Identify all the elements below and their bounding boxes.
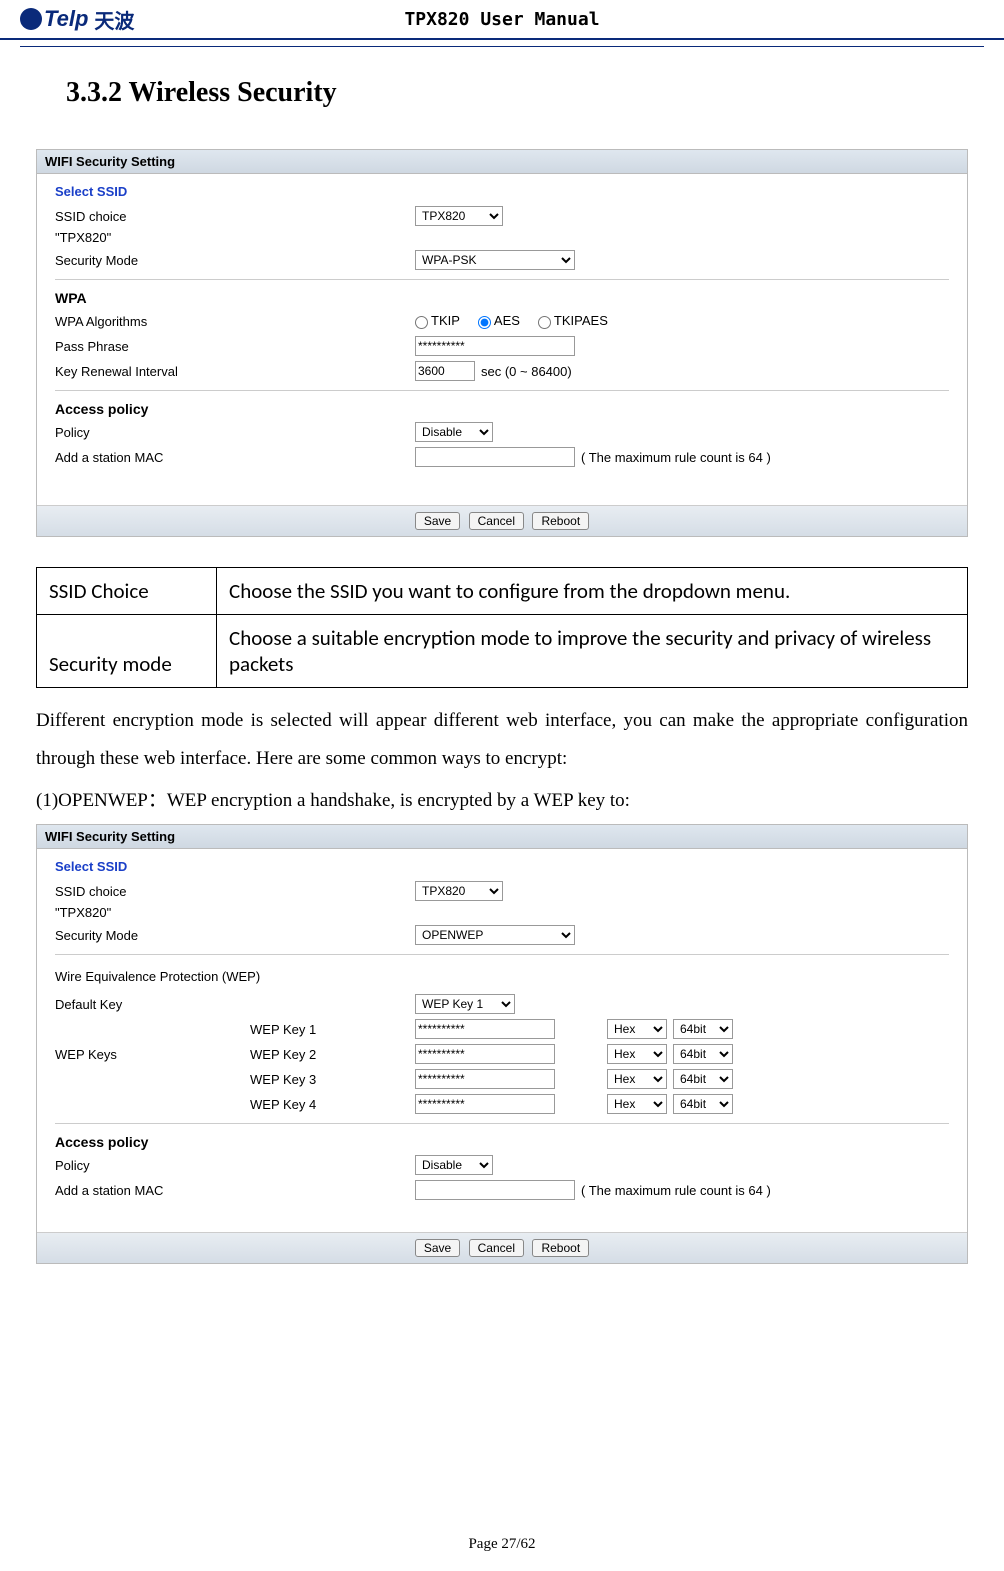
def-key-ssid: SSID Choice: [37, 568, 217, 615]
algo-tkipaes-radio[interactable]: [538, 316, 551, 329]
wep-key-input[interactable]: [415, 1069, 555, 1089]
default-key-select[interactable]: WEP Key 1: [415, 994, 515, 1014]
policy-label: Policy: [55, 1158, 415, 1173]
wep-enc-select[interactable]: Hex: [607, 1094, 667, 1114]
security-mode-select[interactable]: OPENWEP: [415, 925, 575, 945]
logo-icon: [20, 8, 42, 30]
wep-key-row: WEP Key 3 Hex 64bit: [55, 1068, 949, 1090]
wep-key-index-label: WEP Key 4: [250, 1097, 415, 1112]
save-button[interactable]: Save: [415, 512, 460, 530]
wep-key-input[interactable]: [415, 1094, 555, 1114]
access-policy-heading: Access policy: [55, 401, 949, 417]
security-mode-select[interactable]: WPA-PSK: [415, 250, 575, 270]
screenshot-openwep: WIFI Security Setting Select SSID SSID c…: [36, 824, 968, 1264]
def-val-mode: Choose a suitable encryption mode to imp…: [217, 615, 968, 688]
wep-bits-select[interactable]: 64bit: [673, 1094, 733, 1114]
algo-tkipaes-option[interactable]: TKIPAES: [538, 313, 608, 328]
def-val-ssid: Choose the SSID you want to configure fr…: [217, 568, 968, 615]
brand-logo: Telp 天波: [20, 5, 134, 34]
algo-aes-radio[interactable]: [478, 316, 491, 329]
policy-label: Policy: [55, 425, 415, 440]
ssid-select[interactable]: TPX820: [415, 206, 503, 226]
wep-bits-select[interactable]: 64bit: [673, 1069, 733, 1089]
fieldset-legend: Select SSID: [55, 184, 949, 199]
add-mac-input[interactable]: [415, 1180, 575, 1200]
wep-section-label: Wire Equivalence Protection (WEP): [55, 969, 260, 984]
section-heading: 3.3.2 Wireless Security: [66, 77, 968, 109]
wep-enc-select[interactable]: Hex: [607, 1069, 667, 1089]
key-renewal-input[interactable]: [415, 361, 475, 381]
shot-buttons: Save Cancel Reboot: [37, 505, 967, 536]
ssid-choice-label: SSID choice: [55, 884, 415, 899]
cancel-button[interactable]: Cancel: [469, 512, 524, 530]
security-mode-label: Security Mode: [55, 253, 415, 268]
screenshot-wpa: WIFI Security Setting Select SSID SSID c…: [36, 149, 968, 537]
wep-key-index-label: WEP Key 3: [250, 1072, 415, 1087]
logo-cn: 天波: [94, 5, 134, 34]
add-mac-input[interactable]: [415, 447, 575, 467]
wep-key-index-label: WEP Key 2: [250, 1047, 415, 1062]
wep-enc-select[interactable]: Hex: [607, 1044, 667, 1064]
definition-table: SSID Choice Choose the SSID you want to …: [36, 567, 968, 688]
wep-key-row: WEP Key 1 Hex 64bit: [55, 1018, 949, 1040]
shot-buttons: Save Cancel Reboot: [37, 1232, 967, 1263]
page-footer: Page 27/62: [0, 1536, 1004, 1553]
wpa-algo-label: WPA Algorithms: [55, 314, 415, 329]
logo-text: Telp: [44, 6, 88, 32]
shot-title: WIFI Security Setting: [37, 150, 967, 174]
wep-bits-select[interactable]: 64bit: [673, 1044, 733, 1064]
algo-tkip-option[interactable]: TKIP: [415, 313, 460, 328]
wep-key-row: WEP Key 4 Hex 64bit: [55, 1093, 949, 1115]
wep-key-input[interactable]: [415, 1019, 555, 1039]
security-mode-label: Security Mode: [55, 928, 415, 943]
wep-enc-select[interactable]: Hex: [607, 1019, 667, 1039]
add-mac-note: ( The maximum rule count is 64 ): [581, 1183, 771, 1198]
manual-title: TPX820 User Manual: [404, 9, 599, 30]
reboot-button[interactable]: Reboot: [532, 512, 589, 530]
reboot-button[interactable]: Reboot: [532, 1239, 589, 1257]
table-row: SSID Choice Choose the SSID you want to …: [37, 568, 968, 615]
algo-aes-option[interactable]: AES: [478, 313, 520, 328]
ssid-choice-label: SSID choice: [55, 209, 415, 224]
algo-tkip-radio[interactable]: [415, 316, 428, 329]
key-renewal-label: Key Renewal Interval: [55, 364, 415, 379]
fieldset-legend: Select SSID: [55, 859, 949, 874]
wpa-algo-group: TKIP AES TKIPAES: [415, 313, 620, 328]
wep-key-input[interactable]: [415, 1044, 555, 1064]
access-policy-heading: Access policy: [55, 1134, 949, 1150]
pass-phrase-label: Pass Phrase: [55, 339, 415, 354]
key-renewal-units: sec (0 ~ 86400): [481, 364, 572, 379]
table-row: Security mode Choose a suitable encrypti…: [37, 615, 968, 688]
ssid-quoted: "TPX820": [55, 905, 949, 920]
ssid-select[interactable]: TPX820: [415, 881, 503, 901]
wpa-heading: WPA: [55, 290, 949, 306]
pass-phrase-input[interactable]: [415, 336, 575, 356]
add-mac-note: ( The maximum rule count is 64 ): [581, 450, 771, 465]
add-mac-label: Add a station MAC: [55, 1183, 415, 1198]
page-header: Telp 天波 TPX820 User Manual: [0, 0, 1004, 40]
paragraph-2: (1)OPENWEP：WEP encryption a handshake, i…: [36, 782, 968, 820]
def-key-mode: Security mode: [37, 615, 217, 688]
ssid-quoted: "TPX820": [55, 230, 949, 245]
cancel-button[interactable]: Cancel: [469, 1239, 524, 1257]
wep-bits-select[interactable]: 64bit: [673, 1019, 733, 1039]
shot-title: WIFI Security Setting: [37, 825, 967, 849]
wep-key-index-label: WEP Key 1: [250, 1022, 415, 1037]
policy-select[interactable]: Disable: [415, 422, 493, 442]
add-mac-label: Add a station MAC: [55, 450, 415, 465]
wep-keys-label: WEP Keys: [55, 1047, 250, 1062]
header-rule: [20, 46, 984, 47]
policy-select[interactable]: Disable: [415, 1155, 493, 1175]
default-key-label: Default Key: [55, 997, 415, 1012]
wep-key-row: WEP KeysWEP Key 2 Hex 64bit: [55, 1043, 949, 1065]
save-button[interactable]: Save: [415, 1239, 460, 1257]
paragraph-1: Different encryption mode is selected wi…: [36, 702, 968, 778]
